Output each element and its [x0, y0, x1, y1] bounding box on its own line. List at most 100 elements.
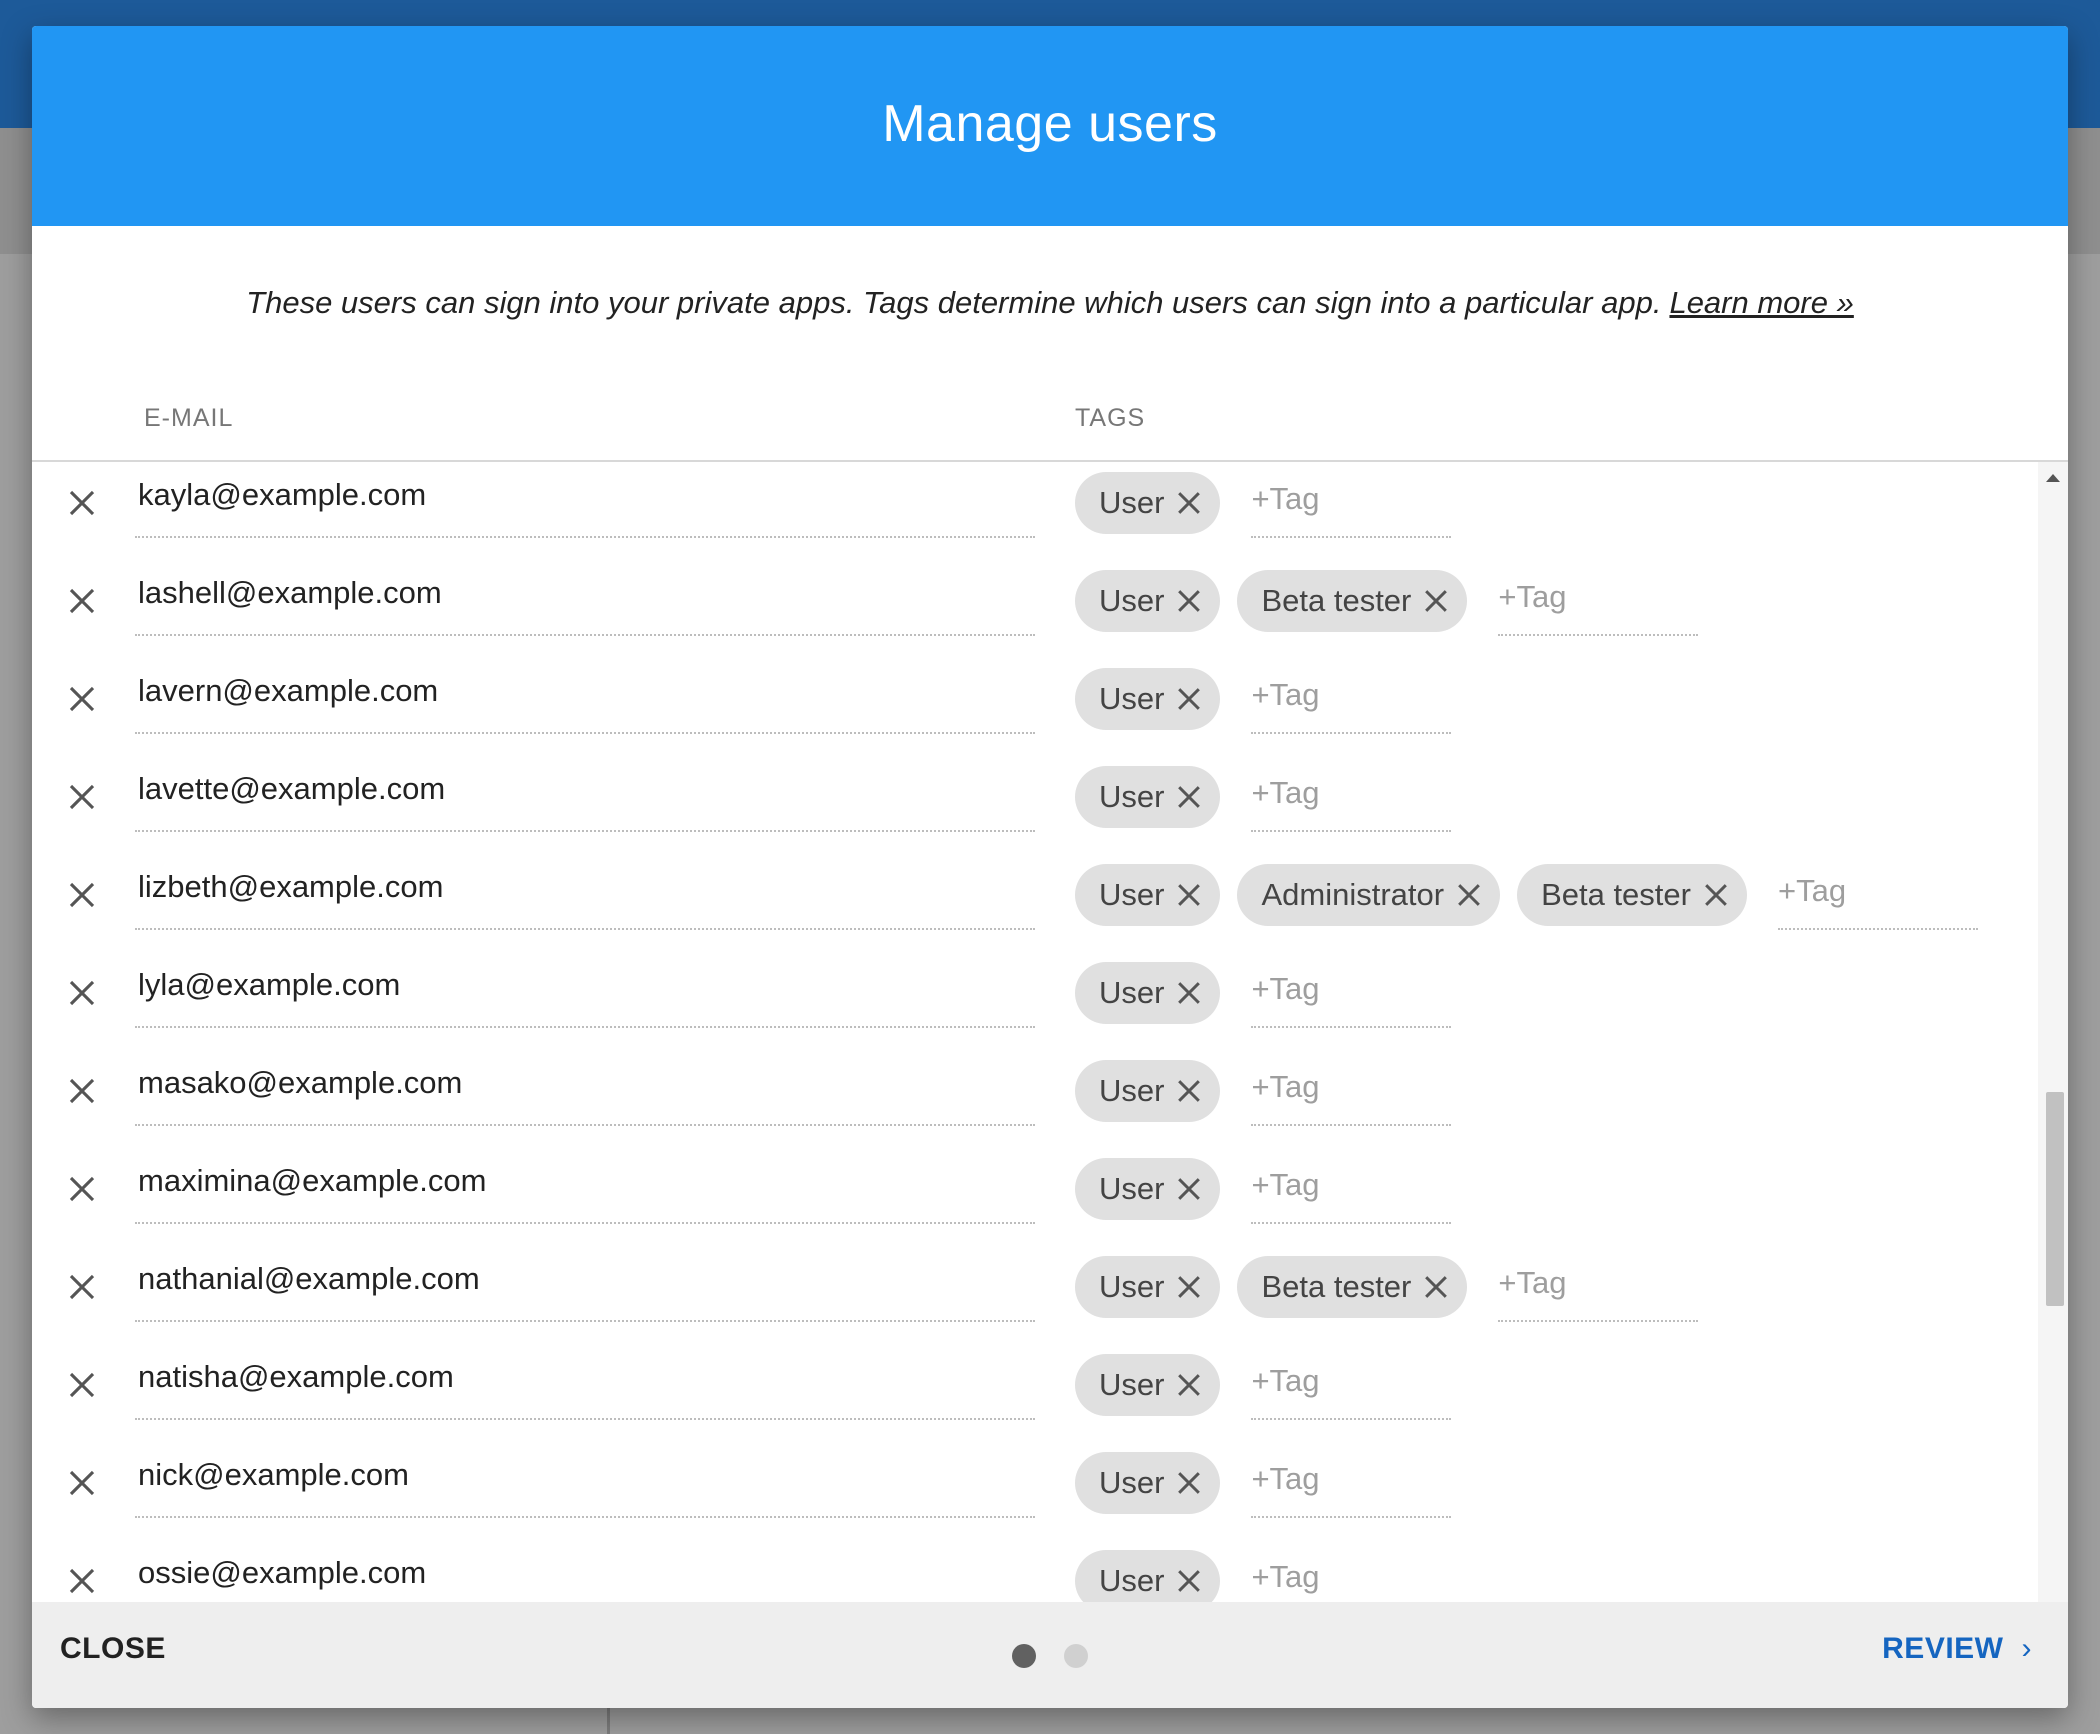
- tag-chip-label: User: [1099, 975, 1165, 1010]
- add-tag-input[interactable]: [1777, 864, 1978, 930]
- add-tag-input[interactable]: [1251, 962, 1452, 1028]
- page-dot[interactable]: [1064, 1644, 1088, 1668]
- tag-chip: User: [1075, 570, 1221, 632]
- email-field[interactable]: maximina@example.com: [135, 1148, 1035, 1224]
- app-divider-backdrop: [607, 1705, 610, 1734]
- tag-chip: User: [1075, 1060, 1221, 1122]
- remove-tag-icon[interactable]: [1174, 782, 1204, 812]
- add-tag-input[interactable]: [1251, 766, 1452, 832]
- tag-chip: Administrator: [1237, 864, 1501, 926]
- tag-chip-label: Administrator: [1261, 877, 1445, 912]
- tag-chip-label: User: [1099, 1367, 1165, 1402]
- remove-tag-icon[interactable]: [1174, 586, 1204, 616]
- tag-chip-label: User: [1099, 681, 1165, 716]
- add-tag-input[interactable]: [1498, 570, 1699, 636]
- add-tag-input[interactable]: [1251, 1060, 1452, 1126]
- email-field[interactable]: lizbeth@example.com: [135, 854, 1035, 930]
- tag-chip-label: User: [1099, 877, 1165, 912]
- tag-chip-label: User: [1099, 1171, 1165, 1206]
- user-row: lashell@example.com User Beta tester: [32, 560, 2032, 658]
- email-field[interactable]: lyla@example.com: [135, 952, 1035, 1028]
- learn-more-link[interactable]: Learn more »: [1669, 285, 1853, 321]
- add-tag-input[interactable]: [1251, 1452, 1452, 1518]
- remove-tag-icon[interactable]: [1454, 880, 1484, 910]
- remove-tag-icon[interactable]: [1174, 684, 1204, 714]
- remove-user-icon[interactable]: [65, 1466, 99, 1500]
- remove-tag-icon[interactable]: [1421, 586, 1451, 616]
- tag-list: User: [1075, 766, 1452, 832]
- remove-tag-icon[interactable]: [1174, 978, 1204, 1008]
- remove-tag-icon[interactable]: [1174, 1370, 1204, 1400]
- remove-user-icon[interactable]: [65, 1368, 99, 1402]
- remove-tag-icon[interactable]: [1174, 880, 1204, 910]
- tag-chip: User: [1075, 472, 1221, 534]
- user-row: natisha@example.com User: [32, 1344, 2032, 1442]
- tag-chip: User: [1075, 1354, 1221, 1416]
- review-button[interactable]: REVIEW ›: [1882, 1632, 2032, 1666]
- remove-tag-icon[interactable]: [1421, 1272, 1451, 1302]
- user-rows: kayla@example.comUserlashell@example.com…: [32, 462, 2032, 1626]
- scroll-thumb[interactable]: [2046, 1092, 2064, 1306]
- email-field[interactable]: masako@example.com: [135, 1050, 1035, 1126]
- tag-list: User: [1075, 1158, 1452, 1224]
- user-row: kayla@example.com User: [32, 462, 2032, 560]
- user-row: masako@example.com User: [32, 1050, 2032, 1148]
- email-field[interactable]: nick@example.com: [135, 1442, 1035, 1518]
- remove-tag-icon[interactable]: [1174, 1272, 1204, 1302]
- user-row: nathanial@example.com User Beta tester: [32, 1246, 2032, 1344]
- remove-user-icon[interactable]: [65, 1270, 99, 1304]
- email-field[interactable]: lavette@example.com: [135, 756, 1035, 832]
- user-row: lavette@example.com User: [32, 756, 2032, 854]
- remove-tag-icon[interactable]: [1701, 880, 1731, 910]
- dialog-intro: These users can sign into your private a…: [32, 226, 2068, 372]
- tag-chip: User: [1075, 668, 1221, 730]
- remove-user-icon[interactable]: [65, 1564, 99, 1598]
- dialog-title: Manage users: [882, 95, 1218, 153]
- review-button-label: REVIEW: [1882, 1632, 2004, 1665]
- user-list[interactable]: kayla@example.comUserlashell@example.com…: [32, 462, 2068, 1626]
- remove-tag-icon[interactable]: [1174, 1174, 1204, 1204]
- chevron-right-icon: ›: [2021, 1632, 2032, 1665]
- remove-user-icon[interactable]: [65, 682, 99, 716]
- tag-chip-label: Beta tester: [1541, 877, 1691, 912]
- tag-chip-label: User: [1099, 1269, 1165, 1304]
- page-dot[interactable]: [1012, 1644, 1036, 1668]
- column-headers: E-MAIL TAGS: [32, 372, 2068, 462]
- tag-chip: User: [1075, 1158, 1221, 1220]
- user-row: lizbeth@example.com User Administrator Beta…: [32, 854, 2032, 952]
- email-field[interactable]: nathanial@example.com: [135, 1246, 1035, 1322]
- email-field[interactable]: lavern@example.com: [135, 658, 1035, 734]
- tag-chip-label: Beta tester: [1261, 583, 1412, 618]
- remove-user-icon[interactable]: [65, 780, 99, 814]
- remove-user-icon[interactable]: [65, 976, 99, 1010]
- add-tag-input[interactable]: [1251, 668, 1452, 734]
- tag-list: User: [1075, 472, 1452, 538]
- add-tag-input[interactable]: [1251, 1158, 1452, 1224]
- remove-user-icon[interactable]: [65, 878, 99, 912]
- email-field[interactable]: natisha@example.com: [135, 1344, 1035, 1420]
- remove-tag-icon[interactable]: [1174, 1566, 1204, 1596]
- tag-chip-label: User: [1099, 1465, 1165, 1500]
- tag-list: User Beta tester: [1075, 570, 1699, 636]
- list-scrollbar[interactable]: [2038, 462, 2068, 1626]
- close-button[interactable]: CLOSE: [60, 1632, 166, 1666]
- remove-user-icon[interactable]: [65, 486, 99, 520]
- remove-user-icon[interactable]: [65, 584, 99, 618]
- tag-list: User Administrator Beta tester: [1075, 864, 1978, 930]
- add-tag-input[interactable]: [1251, 1354, 1452, 1420]
- tag-chip-label: Beta tester: [1261, 1269, 1412, 1304]
- remove-tag-icon[interactable]: [1174, 1076, 1204, 1106]
- remove-tag-icon[interactable]: [1174, 1468, 1204, 1498]
- email-field[interactable]: kayla@example.com: [135, 462, 1035, 538]
- email-field[interactable]: lashell@example.com: [135, 560, 1035, 636]
- user-row: nick@example.com User: [32, 1442, 2032, 1540]
- dialog-header: Manage users: [32, 26, 2068, 226]
- add-tag-input[interactable]: [1498, 1256, 1699, 1322]
- tag-chip-label: User: [1099, 485, 1165, 520]
- remove-tag-icon[interactable]: [1174, 488, 1204, 518]
- scroll-up-arrow-icon[interactable]: [2046, 474, 2060, 482]
- remove-user-icon[interactable]: [65, 1074, 99, 1108]
- tag-chip: User: [1075, 962, 1221, 1024]
- remove-user-icon[interactable]: [65, 1172, 99, 1206]
- add-tag-input[interactable]: [1251, 472, 1452, 538]
